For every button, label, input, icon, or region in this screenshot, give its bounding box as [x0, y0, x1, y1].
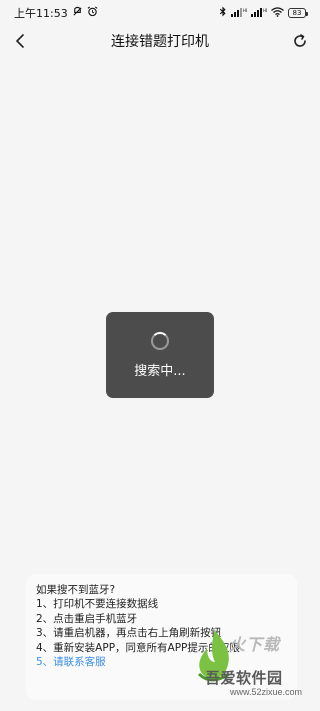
- status-time: 上午11:53: [14, 7, 68, 20]
- refresh-icon: [294, 34, 306, 47]
- watermark-partial-text: 火下载: [229, 635, 281, 654]
- battery-icon: 83: [288, 8, 308, 18]
- nav-bar: 连接错题打印机: [0, 26, 320, 56]
- loading-spinner-icon: [151, 331, 169, 350]
- svg-text:HD: HD: [263, 8, 267, 13]
- loading-toast: 搜索中...: [106, 312, 214, 398]
- watermark-url: www.52zixue.com: [230, 687, 303, 697]
- status-bar: 上午11:53 HD HD 83: [0, 0, 320, 26]
- alarm-icon: [87, 6, 98, 20]
- signal-2-icon: HD: [251, 7, 269, 20]
- loading-text: 搜索中...: [134, 363, 186, 379]
- help-item: 2、点击重启手机蓝牙: [36, 612, 138, 625]
- bluetooth-icon: [219, 6, 227, 20]
- refresh-button[interactable]: [288, 29, 312, 53]
- signal-1-icon: HD: [231, 7, 249, 20]
- chevron-left-icon: [16, 34, 24, 48]
- status-bar-left: 上午11:53: [14, 5, 98, 21]
- watermark-site-name: 吾爱软件园: [205, 669, 283, 687]
- page-title: 连接错题打印机: [111, 34, 209, 50]
- help-item: 1、打印机不要连接数据线: [36, 598, 159, 611]
- status-bar-right: HD HD 83: [219, 6, 308, 20]
- wifi-icon: [271, 6, 284, 20]
- svg-text:HD: HD: [243, 8, 247, 13]
- help-heading: 如果搜不到蓝牙?: [36, 584, 116, 596]
- back-button[interactable]: [8, 29, 32, 53]
- no-disturb-icon: [72, 6, 83, 20]
- watermark: 火下载 吾爱软件园 www.52zixue.com: [193, 628, 318, 708]
